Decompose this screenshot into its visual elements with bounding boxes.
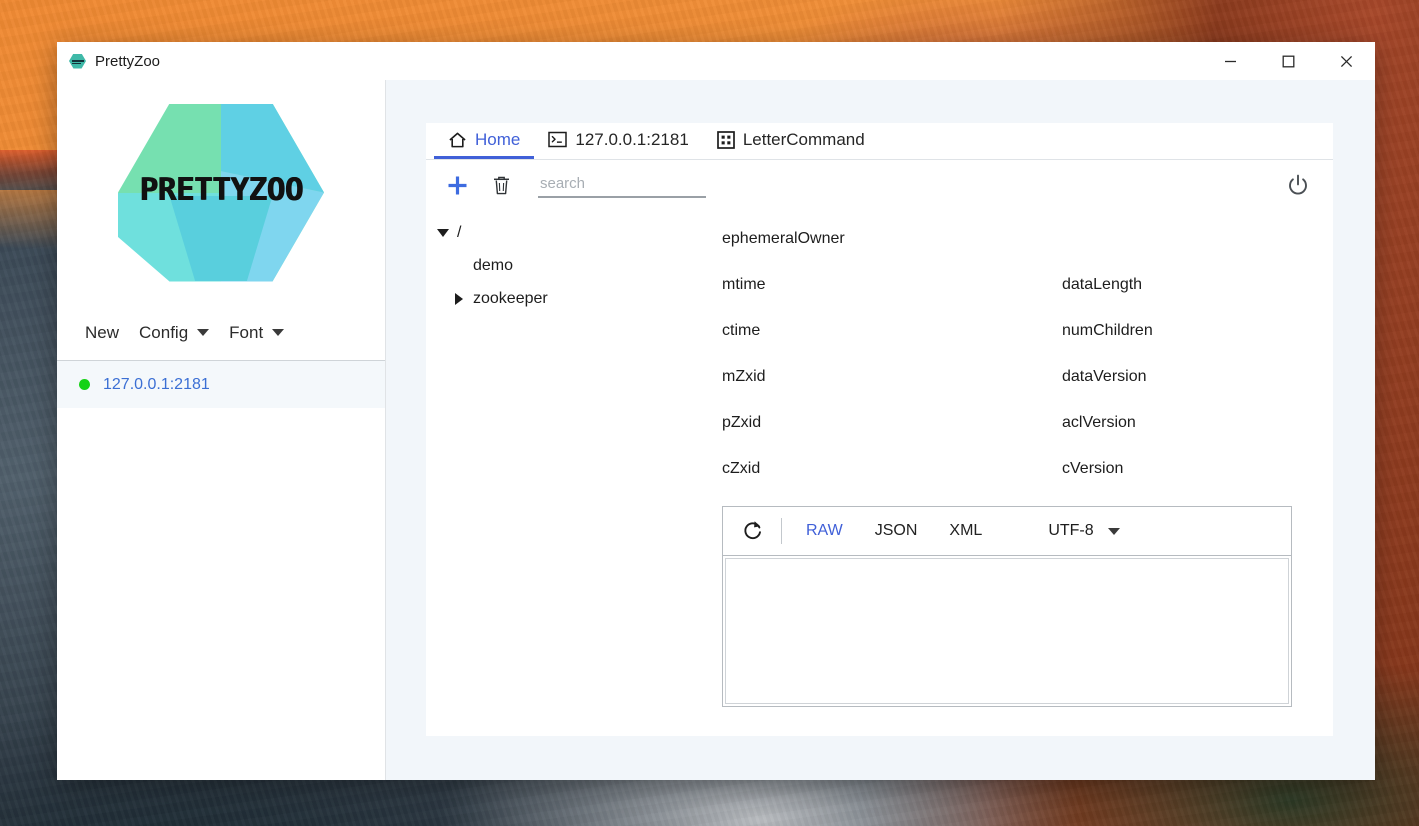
property-label-mtime: mtime xyxy=(722,276,766,293)
tab-server[interactable]: 127.0.0.1:2181 xyxy=(534,123,702,159)
terminal-icon xyxy=(548,131,568,148)
znode-tree: / demo zookeeper xyxy=(426,210,722,736)
content-area: / demo zookeeper ephemeralOwner mtime da… xyxy=(426,210,1333,736)
prettyzoo-hexagon-icon xyxy=(69,53,86,69)
node-toolbar xyxy=(426,160,1333,210)
titlebar-left: PrettyZoo xyxy=(57,53,160,70)
sidebar: PRETTYZOO New Config Font 127.0.0.1:2181 xyxy=(57,80,386,780)
node-detail-panel: ephemeralOwner mtime dataLength ctime nu… xyxy=(722,210,1333,736)
encoding-label: UTF-8 xyxy=(1048,522,1094,539)
tab-bar: Home 127.0.0.1:2181 LetterCommand xyxy=(426,123,1333,160)
power-icon xyxy=(1286,173,1310,197)
add-node-button[interactable] xyxy=(442,170,472,200)
four-dots-icon xyxy=(716,130,735,149)
tree-item-demo-label: demo xyxy=(473,256,514,274)
window-title: PrettyZoo xyxy=(95,52,161,70)
node-data-textarea[interactable] xyxy=(726,559,1288,703)
tab-letter-command-label: LetterCommand xyxy=(742,129,865,149)
chevron-down-icon xyxy=(1107,527,1120,535)
format-raw-button[interactable]: RAW xyxy=(798,519,851,543)
format-json-button[interactable]: JSON xyxy=(867,519,926,543)
tree-item-demo[interactable]: demo xyxy=(436,249,722,282)
window-body: PRETTYZOO New Config Font 127.0.0.1:2181… xyxy=(57,80,1375,780)
property-label-cVersion: cVersion xyxy=(1062,460,1124,477)
plus-icon xyxy=(446,174,469,197)
disconnect-button[interactable] xyxy=(1283,170,1313,200)
property-label-pZxid: pZxid xyxy=(722,414,762,431)
refresh-icon xyxy=(743,519,765,543)
property-label-mZxid: mZxid xyxy=(722,368,766,385)
tab-server-label: 127.0.0.1:2181 xyxy=(575,129,689,149)
desktop-wallpaper: PrettyZoo PRETTYZOO New Config Font 127.… xyxy=(0,0,1419,826)
node-data-viewer: RAW JSON XML UTF-8 xyxy=(722,506,1292,707)
chevron-down-icon xyxy=(272,329,285,336)
property-label-aclVersion: aclVersion xyxy=(1062,414,1136,431)
tab-home[interactable]: Home xyxy=(434,123,535,159)
server-address: 127.0.0.1:2181 xyxy=(103,375,210,393)
home-icon xyxy=(448,131,467,149)
trash-icon xyxy=(492,175,511,196)
property-label-ephemeralOwner: ephemeralOwner xyxy=(722,230,845,247)
tree-item-root[interactable]: / xyxy=(436,216,722,249)
tree-item-root-label: / xyxy=(457,223,462,241)
font-menu-button[interactable]: Font xyxy=(219,319,294,347)
node-data-toolbar: RAW JSON XML UTF-8 xyxy=(723,507,1291,556)
tree-item-zookeeper[interactable]: zookeeper xyxy=(436,282,722,315)
font-label: Font xyxy=(229,322,264,342)
chevron-down-icon xyxy=(197,329,210,336)
sidebar-actions: New Config Font xyxy=(57,305,385,361)
new-label: New xyxy=(85,322,120,342)
toolbar-divider xyxy=(781,518,782,544)
refresh-button[interactable] xyxy=(737,514,771,548)
search-input[interactable] xyxy=(538,174,706,193)
main-panel: Home 127.0.0.1:2181 LetterCommand search… xyxy=(386,80,1375,780)
config-menu-button[interactable]: Config xyxy=(129,319,219,347)
logo-wordmark: PRETTYZOO xyxy=(139,171,303,208)
encoding-dropdown[interactable]: UTF-8 xyxy=(1042,519,1125,543)
window-titlebar: PrettyZoo xyxy=(57,42,1375,80)
tab-home-label: Home xyxy=(475,129,521,149)
tree-item-zookeeper-label: zookeeper xyxy=(473,289,548,307)
property-label-dataLength: dataLength xyxy=(1062,276,1143,293)
property-label-numChildren: numChildren xyxy=(1062,322,1153,339)
property-label-dataVersion: dataVersion xyxy=(1062,368,1147,385)
logo-container: PRETTYZOO xyxy=(57,80,385,305)
prettyzoo-window: PrettyZoo PRETTYZOO New Config Font 127.… xyxy=(57,42,1375,780)
status-indicator-icon xyxy=(79,379,90,390)
minimize-button[interactable] xyxy=(1201,42,1259,80)
window-controls xyxy=(1201,42,1375,80)
node-property-grid: ephemeralOwner mtime dataLength ctime nu… xyxy=(722,216,1333,492)
chevron-down-icon[interactable] xyxy=(436,226,450,240)
content-card: Home 127.0.0.1:2181 LetterCommand search… xyxy=(426,123,1333,736)
node-data-body xyxy=(725,558,1289,704)
server-list-item[interactable]: 127.0.0.1:2181 xyxy=(57,361,385,408)
format-xml-button[interactable]: XML xyxy=(941,519,990,543)
server-list: 127.0.0.1:2181 xyxy=(57,361,385,780)
tab-letter-command[interactable]: LetterCommand xyxy=(703,123,879,159)
search-field-wrapper xyxy=(538,172,706,198)
property-label-cZxid: cZxid xyxy=(722,460,761,477)
chevron-right-icon[interactable] xyxy=(452,292,466,306)
maximize-button[interactable] xyxy=(1259,42,1317,80)
close-button[interactable] xyxy=(1317,42,1375,80)
delete-node-button[interactable] xyxy=(486,170,516,200)
property-label-ctime: ctime xyxy=(722,322,761,339)
config-label: Config xyxy=(139,322,189,342)
new-connection-button[interactable]: New xyxy=(75,319,129,347)
prettyzoo-logo: PRETTYZOO xyxy=(118,103,324,282)
